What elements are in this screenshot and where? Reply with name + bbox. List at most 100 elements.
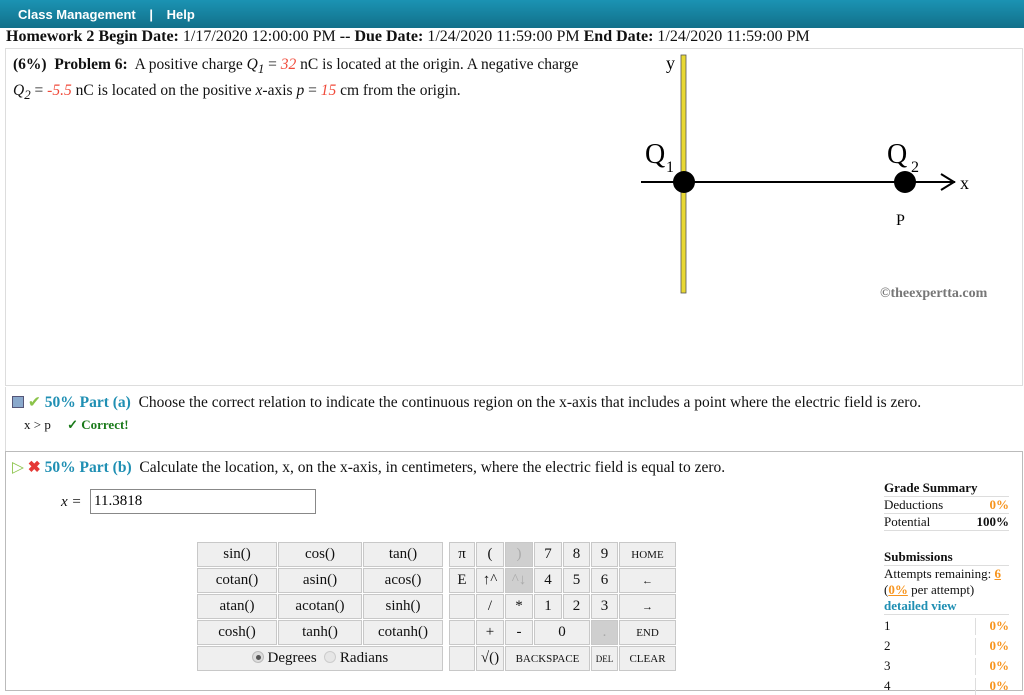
part-a-section: ✔ 50% Part (a) Choose the correct relati…	[5, 387, 1023, 451]
key-button[interactable]: HOME	[619, 542, 676, 567]
number-keypad: π() 7 8 9 HOME E ↑^ ^↓ 4 5 6 ← / * 1 2 3 → + -0. END √() BACKS…	[448, 541, 677, 672]
check-icon: ✔	[27, 394, 41, 411]
deductions-value: 0%	[989, 497, 1010, 512]
correct-status: ✓ Correct!	[67, 417, 129, 432]
svg-text:2: 2	[911, 159, 919, 176]
x-icon: ✖	[27, 459, 41, 476]
submission-row: 3 0%	[884, 658, 1009, 675]
expand-icon[interactable]: ▷	[12, 459, 24, 476]
function-button[interactable]: cosh()	[197, 620, 277, 645]
function-button[interactable]: cotan()	[197, 568, 277, 593]
function-button[interactable]: acos()	[363, 568, 443, 593]
key-button[interactable]: +	[476, 620, 504, 645]
submission-row: 1 0%	[884, 618, 1009, 635]
radians-radio[interactable]	[324, 651, 337, 663]
key-button[interactable]: √()	[476, 646, 504, 671]
part-b-question: Calculate the location, x, on the x-axis…	[139, 459, 726, 476]
function-button[interactable]: asin()	[278, 568, 362, 593]
assignment-header: Homework 2 Begin Date: 1/17/2020 12:00:0…	[6, 28, 810, 46]
key-button[interactable]: 3	[591, 594, 618, 619]
radians-label: Radians	[339, 650, 389, 666]
key-button[interactable]: .	[591, 620, 618, 645]
help-link[interactable]: Help	[167, 7, 195, 22]
function-button[interactable]: cos()	[278, 542, 362, 567]
function-button[interactable]: tan()	[363, 542, 443, 567]
key-button[interactable]: ^↓	[505, 568, 533, 593]
grade-summary-title: Grade Summary	[884, 480, 978, 495]
p-value: 15	[320, 82, 337, 100]
function-button[interactable]: tanh()	[278, 620, 362, 645]
function-button[interactable]: acotan()	[278, 594, 362, 619]
key-button[interactable]: BACKSPACE	[505, 646, 590, 671]
charge-diagram: y x Q 1 Q 2 P ©theexpertta.com	[641, 53, 988, 301]
grade-summary: Grade Summary Deductions 0% Potential 100%…	[884, 480, 1009, 695]
function-button[interactable]: sinh()	[363, 594, 443, 619]
submissions-title: Submissions	[884, 549, 953, 564]
angle-mode: Degrees Radians	[197, 646, 443, 671]
part-b-title: 50% Part (b)	[44, 459, 132, 476]
key-button[interactable]	[449, 594, 475, 619]
key-button[interactable]: 8	[563, 542, 590, 567]
key-button[interactable]: (	[476, 542, 504, 567]
class-management-link[interactable]: Class Management	[18, 7, 136, 22]
begin-label: Begin Date:	[98, 28, 179, 45]
key-button[interactable]: →	[619, 594, 676, 619]
nav-separator: |	[149, 7, 154, 22]
function-button[interactable]: sin()	[197, 542, 277, 567]
potential-value: 100%	[976, 514, 1010, 529]
key-button[interactable]: 9	[591, 542, 618, 567]
part-a-question: Choose the correct relation to indicate …	[138, 394, 922, 411]
key-button[interactable]: )	[505, 542, 533, 567]
watermark: ©theexpertta.com	[880, 286, 988, 301]
key-button[interactable]: END	[619, 620, 676, 645]
due-label: Due Date:	[354, 28, 424, 45]
function-keypad: sin() cos() tan() cotan() asin() acos() atan()…	[196, 541, 444, 672]
part-a-answer: x > p	[24, 417, 51, 432]
q1-value: 32	[280, 56, 297, 73]
degrees-label: Degrees	[267, 650, 317, 666]
collapse-icon[interactable]	[12, 396, 24, 408]
problem-weight: (6%)	[13, 56, 47, 73]
separator: --	[339, 28, 351, 45]
key-button[interactable]	[449, 646, 475, 671]
key-button[interactable]: 0	[534, 620, 590, 645]
degrees-radio[interactable]	[251, 651, 264, 663]
key-button[interactable]: DEL	[591, 646, 618, 671]
due-date: 1/24/2020 11:59:00 PM	[427, 28, 580, 45]
key-button[interactable]: -	[505, 620, 533, 645]
key-button[interactable]: 2	[563, 594, 590, 619]
key-button[interactable]: *	[505, 594, 533, 619]
key-button[interactable]: 7	[534, 542, 562, 567]
end-label: End Date:	[583, 28, 654, 45]
key-button[interactable]	[449, 620, 475, 645]
input-label: x =	[61, 494, 82, 510]
key-button[interactable]: π	[449, 542, 475, 567]
key-button[interactable]: 5	[563, 568, 590, 593]
answer-input[interactable]	[90, 489, 316, 514]
key-button[interactable]: CLEAR	[619, 646, 676, 671]
function-button[interactable]: cotanh()	[363, 620, 443, 645]
detailed-view-link[interactable]: detailed view	[884, 598, 957, 614]
submission-row: 2 0%	[884, 638, 1009, 655]
q2-label: Q	[887, 139, 907, 170]
problem-statement: (6%) Problem 6: A positive charge Q1 = 3…	[13, 56, 579, 103]
problem-label: Problem 6:	[54, 56, 128, 73]
q1-charge	[673, 171, 695, 193]
attempts-remaining: 6	[994, 566, 1001, 581]
top-nav-bar: Class Management | Help	[0, 0, 1024, 28]
key-button[interactable]: /	[476, 594, 504, 619]
submission-row: 4 0%	[884, 678, 1009, 695]
key-button[interactable]: 6	[591, 568, 618, 593]
key-button[interactable]: 1	[534, 594, 562, 619]
x-axis-label: x	[960, 173, 969, 193]
function-button[interactable]: atan()	[197, 594, 277, 619]
q2-value: -5.5	[47, 82, 72, 100]
key-button[interactable]: E	[449, 568, 475, 593]
y-axis-label: y	[666, 53, 675, 73]
key-button[interactable]: 4	[534, 568, 562, 593]
end-date: 1/24/2020 11:59:00 PM	[657, 28, 810, 45]
key-button[interactable]: ↑^	[476, 568, 504, 593]
key-button[interactable]: ←	[619, 568, 676, 593]
svg-text:1: 1	[666, 159, 674, 176]
part-a-title: 50% Part (a)	[44, 394, 131, 411]
